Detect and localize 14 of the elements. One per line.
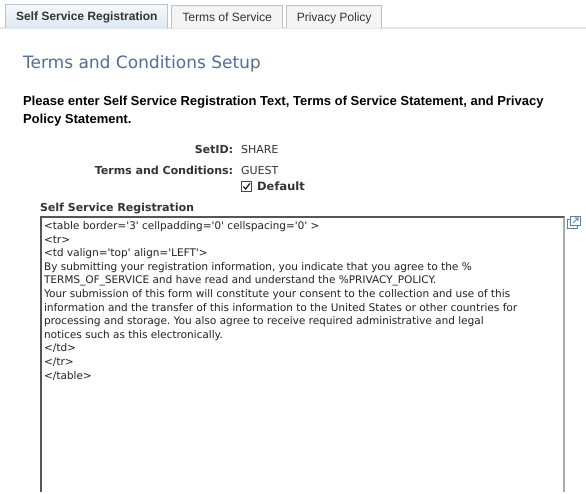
field-value: SHARE (241, 143, 280, 156)
checkbox-label: Default (257, 179, 305, 193)
editor-label: Self Service Registration (40, 201, 195, 214)
field-value: GUEST (241, 164, 280, 177)
text-area[interactable]: <table border='3' cellpadding='0' cellspacing='0' > <tr> <td valign='top' align='LEFT'> By submitting your registration information, you indicate that you agree to the % TERMS_OF_SERVICE and have read and understand the %PRIVACY_POLICY. Your submission of this form will constitute your consent to the collection and use of this information and the transfer of this information to the United States or other countries for processing and storage. You also agree to receive required administrative and legal notices such as this electronically. </td> </tr> </table> (40, 216, 565, 492)
field-label: Terms and Conditions: (94, 164, 233, 177)
tab[interactable]: Terms of Service (171, 5, 283, 28)
expand-icon[interactable] (567, 216, 581, 229)
tab[interactable]: Privacy Policy (286, 5, 382, 28)
instructions: Please enter Self Service Registration Text, Terms of Service Statement, and Privacy Policy Statement. (23, 92, 544, 128)
page-title: Terms and Conditions Setup (23, 53, 262, 73)
field-label: SetID: (194, 143, 233, 156)
tab[interactable]: Self Service Registration (5, 4, 168, 28)
checkbox[interactable] (241, 180, 252, 192)
